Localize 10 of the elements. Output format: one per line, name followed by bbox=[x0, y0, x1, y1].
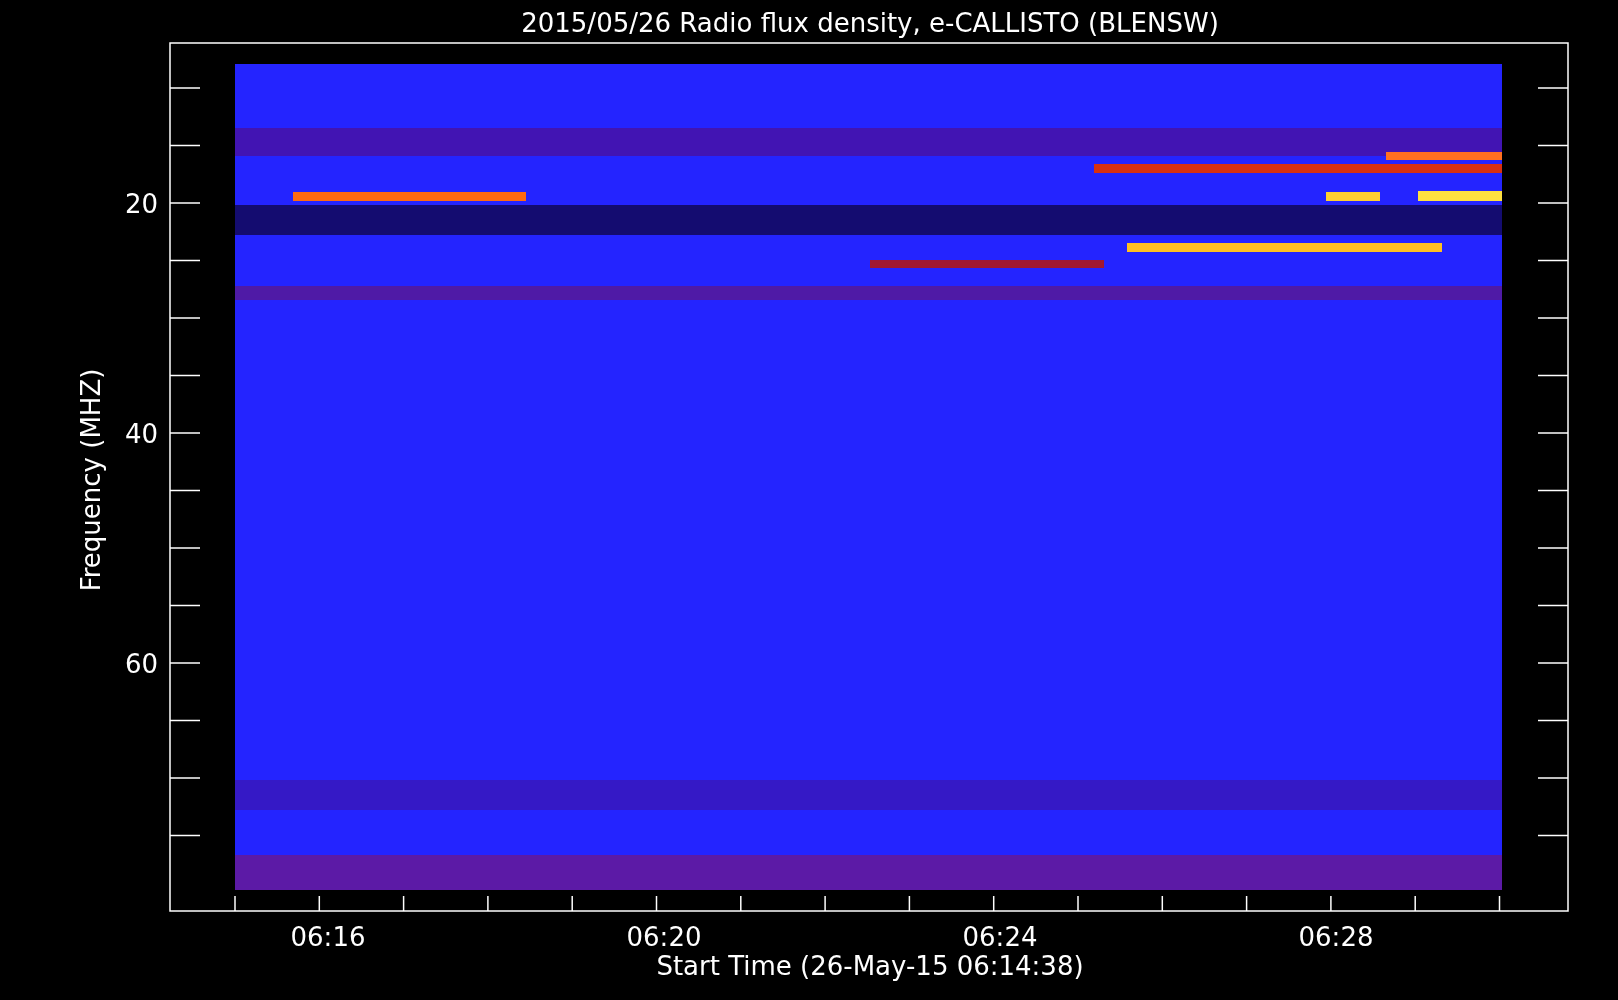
x-tick-label: 06:24 bbox=[962, 922, 1038, 952]
y-tick-label: 40 bbox=[124, 419, 158, 449]
chart-title: 2015/05/26 Radio flux density, e-CALLISTO (BLENSW) bbox=[521, 8, 1219, 38]
x-axis-label: Start Time (26-May-15 06:14:38) bbox=[656, 951, 1084, 981]
x-tick-label: 06:16 bbox=[290, 922, 366, 952]
y-tick-label: 20 bbox=[124, 189, 158, 219]
x-tick-label: 06:28 bbox=[1298, 922, 1374, 952]
y-tick-label: 60 bbox=[124, 649, 158, 679]
y-axis-label: Frequency (MHZ) bbox=[76, 368, 106, 592]
x-tick-label: 06:20 bbox=[626, 922, 702, 952]
